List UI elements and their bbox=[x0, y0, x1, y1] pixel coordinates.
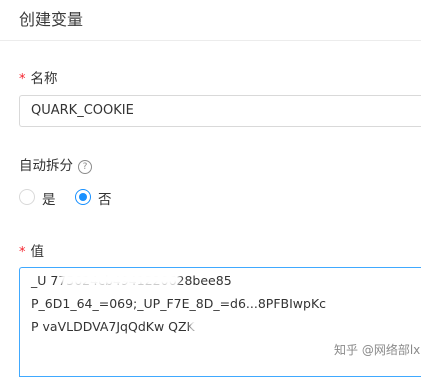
value-label-text: 值 bbox=[30, 244, 45, 260]
name-field-label: * 名称 bbox=[19, 67, 58, 87]
watermark: 知乎 @网络部lx bbox=[334, 343, 421, 357]
dialog-header: 创建变量 bbox=[0, 0, 421, 41]
help-icon[interactable]: ? bbox=[78, 160, 92, 174]
value-textarea[interactable]: _U 775624cb4941220628bee85 P_6D1_64_=069… bbox=[19, 267, 421, 377]
redaction-smudge bbox=[190, 318, 260, 332]
redaction-smudge bbox=[30, 336, 360, 376]
radio-yes-label[interactable]: 是 bbox=[42, 188, 56, 208]
radio-no[interactable] bbox=[75, 189, 91, 205]
required-asterisk: * bbox=[19, 245, 26, 260]
name-label-text: 名称 bbox=[30, 71, 58, 87]
dialog-title: 创建变量 bbox=[19, 10, 84, 29]
redaction-smudge bbox=[60, 272, 180, 286]
auto-split-label: 自动拆分? bbox=[19, 154, 92, 174]
radio-yes[interactable] bbox=[19, 189, 35, 205]
value-line: P_6D1_64_=069;_UP_F7E_8D_=d6...8PFBIwpKc bbox=[31, 296, 327, 311]
value-field-label: * 值 bbox=[19, 240, 44, 260]
auto-split-label-text: 自动拆分 bbox=[19, 158, 73, 174]
radio-no-label[interactable]: 否 bbox=[98, 188, 112, 208]
name-input[interactable]: QUARK_COOKIE bbox=[19, 95, 421, 127]
required-asterisk: * bbox=[19, 72, 26, 87]
value-line: P vaVLDDVA7JqQdKw QZK bbox=[31, 319, 195, 334]
